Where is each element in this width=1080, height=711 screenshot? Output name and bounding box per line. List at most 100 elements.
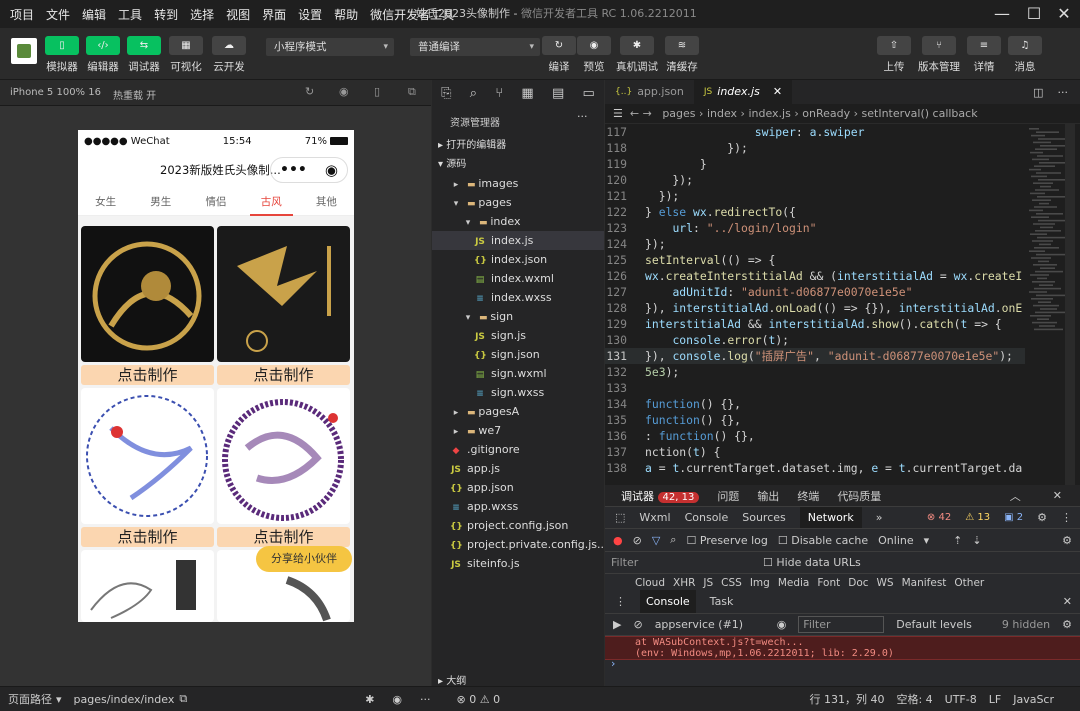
code-lines[interactable]: 117 swiper: a.swiper 118 }); 119 } 120 }); 1…	[605, 124, 1025, 485]
more-icon[interactable]: ···	[577, 110, 588, 123]
encoding[interactable]: UTF-8	[945, 693, 977, 706]
type-filter-font[interactable]: Font	[817, 577, 840, 589]
maximize-icon[interactable]: ☐	[1024, 4, 1044, 24]
indentation[interactable]: 空格: 4	[896, 691, 932, 707]
info-count[interactable]: ▣ 2	[1004, 512, 1023, 523]
context-select[interactable]: appservice (#1)	[655, 618, 765, 631]
make-button[interactable]: 点击制作	[81, 365, 214, 385]
code-line[interactable]: 120 });	[605, 172, 1025, 188]
make-button[interactable]: 点击制作	[217, 365, 350, 385]
code-line[interactable]: 128}), interstitialAd.onLoad(() => {}), …	[605, 300, 1025, 316]
clear-icon[interactable]: ⊘	[633, 534, 642, 547]
import-icon[interactable]: ⇡	[953, 534, 962, 547]
levels-select[interactable]: Default levels	[896, 618, 972, 631]
file-tree-item[interactable]: {} project.private.config.js...	[432, 535, 604, 554]
close-icon[interactable]: ✕	[1054, 4, 1074, 24]
open-editors-section[interactable]: ▸ 打开的编辑器	[432, 136, 604, 155]
device-icon[interactable]: ▯	[374, 85, 380, 98]
sidebar-toggle-icon[interactable]: ▶	[613, 618, 621, 631]
code-line[interactable]: 130 console.error(t);	[605, 332, 1025, 348]
cloud-button[interactable]: ☁ 云开发	[212, 36, 246, 74]
more-panels-icon[interactable]: »	[876, 511, 883, 524]
avatar-card[interactable]	[217, 226, 350, 362]
file-tree-item[interactable]: {} sign.json	[432, 345, 604, 364]
menu-item[interactable]: 界面	[262, 6, 286, 23]
clear-cache-button[interactable]: ≋ 清缓存	[665, 36, 699, 74]
make-button[interactable]: 点击制作	[81, 527, 214, 547]
type-filter-doc[interactable]: Doc	[848, 577, 868, 589]
menu-item[interactable]: 文件	[46, 6, 70, 23]
record-icon[interactable]: ●	[613, 534, 623, 547]
code-line[interactable]: 136: function() {},	[605, 428, 1025, 444]
gear-icon[interactable]: ⚙	[1062, 534, 1072, 547]
file-tree-item[interactable]: ≡ index.wxss	[432, 288, 604, 307]
forward-icon[interactable]: →	[643, 107, 652, 120]
type-filter-xhr[interactable]: XHR	[673, 577, 695, 589]
file-tree-item[interactable]: JS siteinfo.js	[432, 554, 604, 573]
minimize-icon[interactable]: —	[992, 4, 1012, 24]
cursor-position[interactable]: 行 131，列 40	[809, 691, 884, 707]
mode-select[interactable]: 小程序模式	[266, 38, 394, 56]
breadcrumb-item[interactable]: index.js	[748, 107, 790, 120]
file-tree-item[interactable]: ≡ sign.wxss	[432, 383, 604, 402]
code-line[interactable]: 122} else wx.redirectTo({	[605, 204, 1025, 220]
file-tree-item[interactable]: {} index.json	[432, 250, 604, 269]
hide-data-checkbox[interactable]: ☐ Hide data URLs	[763, 556, 861, 569]
page-path[interactable]: pages/index/index	[74, 693, 175, 706]
version-button[interactable]: ⑂ 版本管理	[918, 36, 960, 74]
problems-count[interactable]: ⊗ 0 ⚠ 0	[457, 693, 501, 706]
file-tree-item[interactable]: JS index.js	[432, 231, 604, 250]
file-tree-item[interactable]: ◆ .gitignore	[432, 440, 604, 459]
code-line[interactable]: 126 wx.createInterstitialAd && (interstit…	[605, 268, 1025, 284]
list-icon[interactable]: ☰	[613, 107, 623, 120]
file-tree-item[interactable]: ▸ ▬ images	[432, 174, 604, 193]
menu-item[interactable]: 项目	[10, 6, 34, 23]
panel-console[interactable]: Console	[685, 511, 729, 524]
panel-sources[interactable]: Sources	[742, 511, 786, 524]
tab-index-js[interactable]: JS index.js ✕	[693, 80, 793, 104]
menu-item[interactable]: 设置	[298, 6, 322, 23]
upload-button[interactable]: ⇧ 上传	[877, 36, 911, 74]
tab-terminal[interactable]: 终端	[797, 488, 819, 504]
code-line[interactable]: 134 function() {},	[605, 396, 1025, 412]
avatar-card[interactable]	[217, 388, 350, 524]
close-icon[interactable]: ✕	[1053, 489, 1062, 502]
messages-button[interactable]: ♫ 消息	[1008, 36, 1042, 74]
close-tab-icon[interactable]: ✕	[773, 80, 782, 104]
popout-icon[interactable]: ⧉	[408, 85, 416, 99]
record-icon[interactable]: ◉	[339, 85, 349, 98]
clear-console-icon[interactable]: ⊘	[633, 618, 642, 631]
disable-cache-checkbox[interactable]: ☐ Disable cache	[778, 534, 868, 547]
visual-button[interactable]: ▦ 可视化	[169, 36, 203, 74]
split-editor-icon[interactable]: ◫	[1033, 86, 1043, 99]
menu-item[interactable]: 帮助	[334, 6, 358, 23]
debug-icon[interactable]: ▤	[552, 86, 564, 101]
breadcrumb-item[interactable]: pages	[662, 107, 695, 120]
share-button[interactable]: 分享给小伙伴	[256, 546, 352, 572]
file-tree-item[interactable]: ▸ ▬ pagesA	[432, 402, 604, 421]
hotreload-toggle[interactable]: 热重载 开	[113, 87, 156, 102]
chevron-down-icon[interactable]: ▾	[56, 693, 62, 706]
export-icon[interactable]: ⇣	[972, 534, 981, 547]
code-line[interactable]: 121 });	[605, 188, 1025, 204]
type-filter-media[interactable]: Media	[778, 577, 810, 589]
breadcrumb-item[interactable]: index	[707, 107, 737, 120]
code-line[interactable]: 124});	[605, 236, 1025, 252]
panel-network[interactable]: Network	[799, 507, 862, 528]
code-line[interactable]: 119 }	[605, 156, 1025, 172]
code-line[interactable]: 127 adUnitId: "adunit-d06877e0070e1e5e"	[605, 284, 1025, 300]
throttle-select[interactable]: Online	[878, 534, 913, 547]
code-line[interactable]: 131}), console.log("插屏广告", "adunit-d0687…	[605, 348, 1025, 364]
menu-item[interactable]: 视图	[226, 6, 250, 23]
close-drawer-icon[interactable]: ✕	[1063, 595, 1072, 608]
code-line[interactable]: 133	[605, 380, 1025, 396]
code-line[interactable]: 123 url: "../login/login"	[605, 220, 1025, 236]
code-line[interactable]: 132 5e3);	[605, 364, 1025, 380]
tab-couples[interactable]: 情侣	[188, 188, 243, 215]
file-tree-item[interactable]: JS app.js	[432, 459, 604, 478]
more-icon[interactable]: •••	[280, 162, 307, 178]
menu-item[interactable]: 编辑	[82, 6, 106, 23]
remote-debug-button[interactable]: ✱ 真机调试	[616, 36, 658, 74]
code-line[interactable]: 135 function() {},	[605, 412, 1025, 428]
menu-item[interactable]: 选择	[190, 6, 214, 23]
